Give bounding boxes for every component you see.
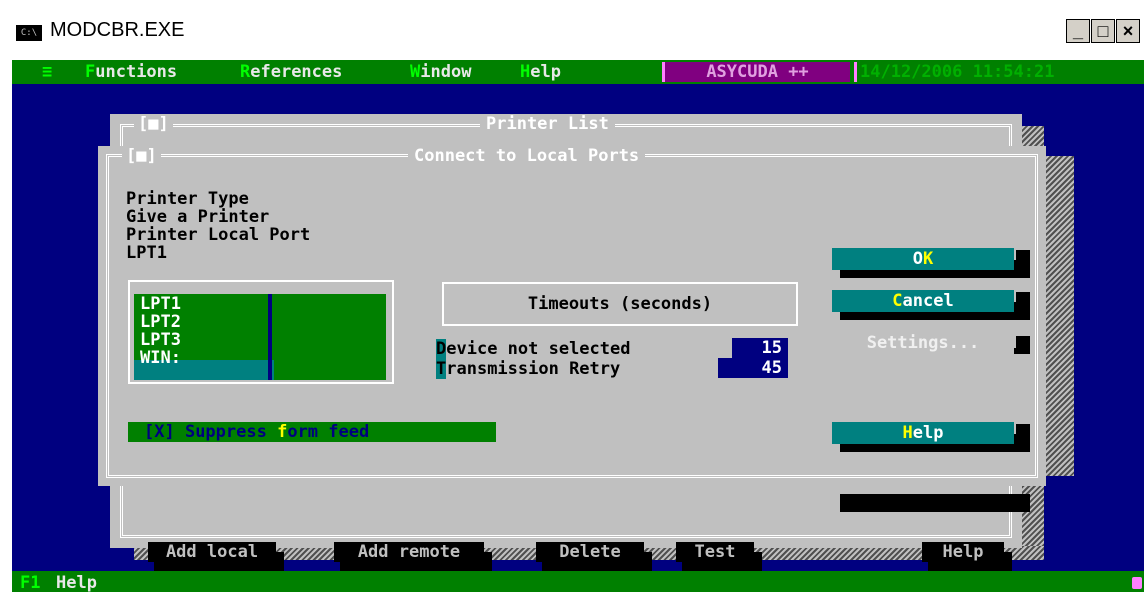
connect-dialog-title: Connect to Local Ports bbox=[408, 146, 646, 166]
app-name-badge: ASYCUDA ++ bbox=[665, 62, 850, 82]
printer-port-value: LPT1 bbox=[126, 243, 167, 263]
suppress-form-feed-checkbox[interactable]: [X] Suppress form feed bbox=[128, 422, 496, 442]
menu-help[interactable]: Help bbox=[520, 62, 561, 82]
menu-separator bbox=[854, 62, 857, 82]
connect-local-ports-dialog: [■] Connect to Local Ports Printer Type … bbox=[98, 146, 1046, 512]
settings-button[interactable]: Settings... bbox=[832, 332, 1014, 354]
console-area: ≡ Functions References Window Help ASYCU… bbox=[12, 60, 1144, 592]
ok-button[interactable]: OK bbox=[832, 248, 1014, 270]
port-option[interactable]: LPT1 bbox=[140, 296, 181, 313]
help-button[interactable]: Help bbox=[832, 422, 1014, 444]
status-indicator-icon bbox=[1132, 577, 1142, 589]
port-listbox[interactable]: LPT1 LPT2 LPT3 WIN: bbox=[134, 294, 386, 380]
window-titlebar: C:\ MODCBR.EXE _ □ × bbox=[0, 0, 1146, 60]
status-key-f1[interactable]: F1 bbox=[20, 573, 40, 592]
connect-dialog-close-button[interactable]: [■] bbox=[122, 146, 161, 166]
window-title: MODCBR.EXE bbox=[50, 19, 185, 41]
timeouts-title: Timeouts (seconds) bbox=[527, 294, 713, 314]
port-option[interactable]: LPT2 bbox=[140, 314, 181, 331]
printer-name-label: Give a Printer bbox=[126, 207, 270, 227]
menu-references[interactable]: References bbox=[240, 62, 342, 82]
menu-bar: ≡ Functions References Window Help ASYCU… bbox=[12, 60, 1144, 84]
status-help-label[interactable]: Help bbox=[56, 573, 97, 592]
device-not-selected-label: Device not selected bbox=[436, 339, 631, 359]
cancel-button[interactable]: Cancel bbox=[832, 290, 1014, 312]
delete-button[interactable]: Delete bbox=[536, 542, 644, 562]
add-remote-button[interactable]: Add remote bbox=[334, 542, 484, 562]
close-window-button[interactable]: × bbox=[1116, 19, 1140, 43]
printer-type-label: Printer Type bbox=[126, 189, 249, 209]
printer-list-help-button[interactable]: Help bbox=[922, 542, 1004, 562]
clock-readout: 14/12/2006 11:54:21 bbox=[860, 62, 1055, 82]
timeouts-groupbox: Timeouts (seconds) bbox=[442, 282, 798, 326]
transmission-retry-label: Transmission Retry bbox=[436, 359, 621, 379]
device-not-selected-input[interactable]: 15 bbox=[732, 338, 788, 358]
add-local-button[interactable]: Add local bbox=[148, 542, 276, 562]
menu-functions[interactable]: Functions bbox=[85, 62, 177, 82]
dialog-shadow bbox=[1044, 156, 1074, 476]
status-bar: F1 Help bbox=[12, 571, 1144, 592]
transmission-retry-input[interactable]: 45 bbox=[718, 358, 788, 378]
printer-list-title: Printer List bbox=[480, 114, 615, 134]
system-menu-icon[interactable]: ≡ bbox=[42, 62, 52, 82]
printer-list-close-button[interactable]: [■] bbox=[134, 114, 173, 134]
maximize-button[interactable]: □ bbox=[1091, 19, 1115, 43]
console-app-icon: C:\ bbox=[16, 25, 42, 41]
minimize-button[interactable]: _ bbox=[1066, 19, 1090, 43]
printer-local-port-label: Printer Local Port bbox=[126, 225, 311, 245]
listbox-scrollbar[interactable] bbox=[268, 294, 272, 380]
menu-window[interactable]: Window bbox=[410, 62, 471, 82]
test-button[interactable]: Test bbox=[676, 542, 754, 562]
port-option-selected[interactable]: WIN: bbox=[140, 350, 181, 367]
port-option[interactable]: LPT3 bbox=[140, 332, 181, 349]
